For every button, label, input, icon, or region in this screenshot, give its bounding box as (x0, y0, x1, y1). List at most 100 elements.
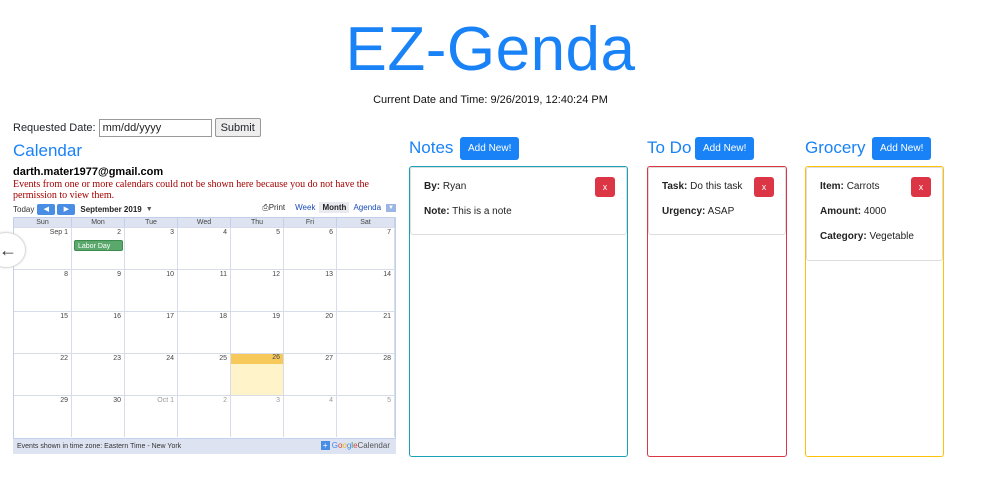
note-delete-button[interactable]: x (595, 177, 615, 197)
calendar-day-cell[interactable]: 4 (284, 396, 337, 437)
calendar-day-cell[interactable]: 5 (337, 396, 395, 437)
calendar-day-cell[interactable]: 9 (72, 270, 125, 311)
calendar-date-number: 5 (276, 229, 280, 236)
calendar-day-cell[interactable]: 10 (125, 270, 178, 311)
calendar-date-number: 15 (60, 313, 68, 320)
calendar-next-button[interactable]: ▶ (57, 203, 76, 215)
calendar-month-grid: Sun Mon Tue Wed Thu Fri Sat Sep 1 2 Labor Day 3 4 5… (13, 217, 396, 439)
calendar-day-name: Sat (337, 218, 395, 227)
calendar-day-cell[interactable]: 15 (14, 312, 72, 353)
calendar-day-cell[interactable]: 22 (14, 354, 72, 395)
calendar-day-cell[interactable]: 14 (337, 270, 395, 311)
calendar-day-cell[interactable]: 25 (178, 354, 231, 395)
grocery-category-label: Category: (820, 231, 867, 242)
calendar-day-name: Tue (125, 218, 178, 227)
calendar-day-cell[interactable]: 27 (284, 354, 337, 395)
calendar-day-cell[interactable]: 12 (231, 270, 284, 311)
grocery-category: Category: Vegetable (820, 231, 929, 242)
calendar-week-row: 29 30 Oct 1 2 3 4 5 (14, 395, 395, 437)
notes-add-button[interactable]: Add New! (460, 137, 520, 160)
calendar-date-number: 24 (166, 355, 174, 362)
calendar-date-number: 7 (387, 229, 391, 236)
calendar-footer: Events shown in time zone: Eastern Time … (13, 439, 396, 454)
google-calendar-link[interactable]: + Google Calendar (320, 441, 390, 450)
calendar-day-cell[interactable]: 16 (72, 312, 125, 353)
calendar-day-cell[interactable]: 2 (178, 396, 231, 437)
calendar-day-cell[interactable]: 21 (337, 312, 395, 353)
grocery-item-label: Item: (820, 181, 844, 192)
calendar-date-number: 19 (272, 313, 280, 320)
calendar-account: darth.mater1977@gmail.com (13, 166, 164, 178)
calendar-day-cell[interactable]: 17 (125, 312, 178, 353)
calendar-day-name: Mon (72, 218, 125, 227)
requested-date-input[interactable]: mm/dd/yyyy (98, 118, 212, 137)
notes-heading: Notes (409, 138, 454, 157)
grocery-add-button[interactable]: Add New! (872, 137, 932, 160)
calendar-day-cell[interactable]: 24 (125, 354, 178, 395)
calendar-date-number: 8 (64, 271, 68, 278)
calendar-view-week[interactable]: Week (292, 202, 318, 213)
calendar-date-number: 23 (113, 355, 121, 362)
calendar-day-cell[interactable]: 11 (178, 270, 231, 311)
calendar-day-cell[interactable]: 7 (337, 228, 395, 269)
calendar-date-number: 26 (231, 354, 283, 364)
todo-add-button[interactable]: Add New! (695, 137, 755, 160)
calendar-day-cell[interactable]: 29 (14, 396, 72, 437)
calendar-day-cell[interactable]: 23 (72, 354, 125, 395)
calendar-today-button[interactable]: Today (13, 205, 34, 214)
calendar-day-name: Wed (178, 218, 231, 227)
calendar-day-cell[interactable]: 5 (231, 228, 284, 269)
calendar-day-cell[interactable]: 3 (231, 396, 284, 437)
requested-date-label: Requested Date: (13, 121, 96, 134)
calendar-day-cell[interactable]: 3 (125, 228, 178, 269)
chevron-down-icon[interactable]: ▼ (386, 203, 396, 212)
calendar-date-number: 17 (166, 313, 174, 320)
calendar-date-number: 16 (113, 313, 121, 320)
calendar-date-number: 4 (223, 229, 227, 236)
calendar-day-cell[interactable]: 28 (337, 354, 395, 395)
calendar-date-number: 4 (329, 397, 333, 404)
calendar-day-cell[interactable]: 8 (14, 270, 72, 311)
note-text-value: This is a note (452, 206, 512, 217)
calendar-view-agenda[interactable]: Agenda (350, 202, 384, 213)
grocery-delete-button[interactable]: x (911, 177, 931, 197)
calendar-date-number: 13 (325, 271, 333, 278)
calendar-prev-button[interactable]: ◀ (37, 203, 56, 215)
calendar-day-cell[interactable]: 19 (231, 312, 284, 353)
calendar-print-button[interactable]: ⎙Print (262, 203, 285, 213)
calendar-date-number: 28 (383, 355, 391, 362)
calendar-date-number: 3 (276, 397, 280, 404)
chevron-down-icon[interactable]: ▼ (146, 206, 153, 213)
calendar-week-row: Sep 1 2 Labor Day 3 4 5 6 7 (14, 227, 395, 269)
todo-delete-button[interactable]: x (754, 177, 774, 197)
grocery-panel: Item: Carrots Amount: 4000 Category: Veg… (805, 166, 944, 457)
notes-panel: By: Ryan Note: This is a note x (409, 166, 628, 457)
calendar-date-number: 12 (272, 271, 280, 278)
calendar-week-row: 8 9 10 11 12 13 14 (14, 269, 395, 311)
calendar-day-cell[interactable]: 13 (284, 270, 337, 311)
calendar-date-number: 10 (166, 271, 174, 278)
calendar-day-cell[interactable]: 4 (178, 228, 231, 269)
calendar-day-cell[interactable]: 26 (231, 354, 284, 395)
grocery-amount-value: 4000 (863, 206, 887, 217)
todo-task-label: Task: (662, 181, 688, 192)
note-text-label: Note: (424, 206, 450, 217)
datetime-value: 9/26/2019, 12:40:24 PM (490, 94, 608, 106)
calendar-date-number: Sep 1 (49, 229, 68, 236)
calendar-day-cell[interactable]: 20 (284, 312, 337, 353)
date-form: Requested Date: mm/dd/yyyy Submit (13, 118, 261, 137)
note-author-value: Ryan (442, 181, 467, 192)
calendar-day-cell[interactable]: 6 (284, 228, 337, 269)
submit-button[interactable]: Submit (214, 118, 261, 137)
brand-suffix: Calendar (357, 441, 390, 450)
calendar-view-month[interactable]: Month (319, 202, 350, 213)
calendar-date-number: 3 (170, 229, 174, 236)
calendar-date-number: 2 (223, 397, 227, 404)
calendar-print-label: Print (268, 202, 286, 212)
calendar-day-cell[interactable]: Oct 1 (125, 396, 178, 437)
calendar-day-cell[interactable]: 18 (178, 312, 231, 353)
calendar-event[interactable]: Labor Day (74, 240, 123, 251)
calendar-day-cell[interactable]: 2 Labor Day (72, 228, 125, 269)
calendar-day-cell[interactable]: 30 (72, 396, 125, 437)
grocery-heading: Grocery (805, 138, 866, 157)
